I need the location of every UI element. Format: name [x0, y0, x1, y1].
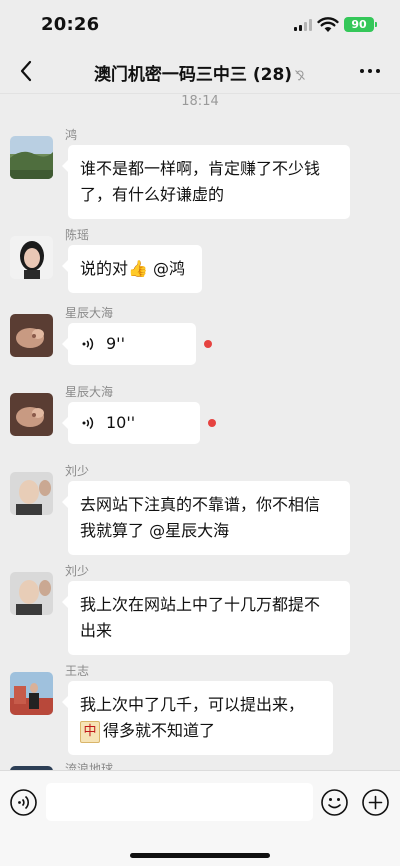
sender-name: 鸿	[65, 128, 78, 142]
voice-duration: 9''	[106, 334, 125, 353]
message-text: 了，有什么好谦虚的	[80, 185, 225, 204]
battery-indicator: 90	[344, 17, 377, 32]
avatar[interactable]	[10, 236, 53, 279]
message-timestamp: 18:14	[181, 94, 219, 109]
message-bubble[interactable]: 说的对👍 @鸿	[62, 245, 202, 293]
message-text: 我上次在网站上中了十几万都提不	[80, 595, 321, 614]
message-bubble[interactable]: 我上次中了几千，可以提出来， 中得多就不知道了	[62, 681, 333, 755]
battery-level: 90	[351, 18, 367, 31]
voice-message-bubble[interactable]: 10''	[62, 402, 200, 444]
cellular-signal-icon	[294, 19, 312, 31]
message-bubble[interactable]: 谁不是都一样啊，肯定赚了不少钱 了，有什么好谦虚的	[62, 145, 350, 219]
chat-title[interactable]: 澳门机密一码三中三 (28)	[0, 60, 400, 85]
message-bubble[interactable]: 去网站下注真的不靠谱，你不相信 我就算了 @星辰大海	[62, 481, 350, 555]
ellipsis-icon[interactable]	[358, 62, 382, 80]
message-text: 我就算了 @星辰大海	[80, 521, 230, 540]
sender-name: 陈瑶	[65, 228, 90, 242]
voice-input-icon[interactable]	[9, 788, 38, 817]
wifi-icon	[317, 17, 339, 32]
message-text: 出来	[80, 621, 113, 640]
avatar[interactable]	[10, 472, 53, 515]
chat-header: 澳门机密一码三中三 (28)	[0, 48, 400, 94]
message-bubble[interactable]: 我上次在网站上中了十几万都提不 出来	[62, 581, 350, 655]
emoji-icon[interactable]	[320, 788, 349, 817]
sender-name: 王志	[65, 664, 90, 678]
status-time: 20:26	[41, 14, 100, 35]
message-list[interactable]: 18:14 鸿 谁不是都一样啊，肯定赚了不少钱 了，有什么好谦虚的 陈瑶 说的对…	[0, 94, 400, 770]
plus-icon[interactable]	[361, 788, 390, 817]
avatar[interactable]	[10, 136, 53, 179]
message-input-bar	[0, 770, 400, 866]
mahjong-tile: 中	[80, 720, 100, 743]
voice-wave-icon	[82, 416, 94, 430]
group-name: 澳门机密一码三中三 (28)	[93, 65, 293, 85]
unread-dot	[208, 419, 216, 427]
message-text: 去网站下注真的不靠谱，你不相信	[80, 495, 321, 514]
avatar[interactable]	[10, 393, 53, 436]
sender-name: 星辰大海	[65, 306, 114, 320]
message-text: 我上次中了几千，可以提出来，	[80, 695, 305, 714]
voice-duration: 10''	[106, 413, 136, 432]
voice-wave-icon	[82, 337, 94, 351]
ear-muted-icon	[295, 70, 305, 81]
message-text: 得多就不知道了	[103, 721, 216, 740]
avatar[interactable]	[10, 672, 53, 715]
voice-message-bubble[interactable]: 9''	[62, 323, 196, 365]
sender-name: 刘少	[65, 464, 90, 478]
sender-name: 刘少	[65, 564, 90, 578]
sender-name: 流浪地球	[65, 762, 114, 770]
home-indicator[interactable]	[130, 853, 270, 858]
avatar[interactable]	[10, 572, 53, 615]
message-text: 说的对👍 @鸿	[80, 259, 186, 278]
avatar[interactable]	[10, 314, 53, 357]
message-text: 谁不是都一样啊，肯定赚了不少钱	[80, 159, 321, 178]
status-bar: 20:26 90	[0, 0, 400, 48]
sender-name: 星辰大海	[65, 385, 114, 399]
message-input[interactable]	[46, 783, 313, 821]
unread-dot	[204, 340, 212, 348]
